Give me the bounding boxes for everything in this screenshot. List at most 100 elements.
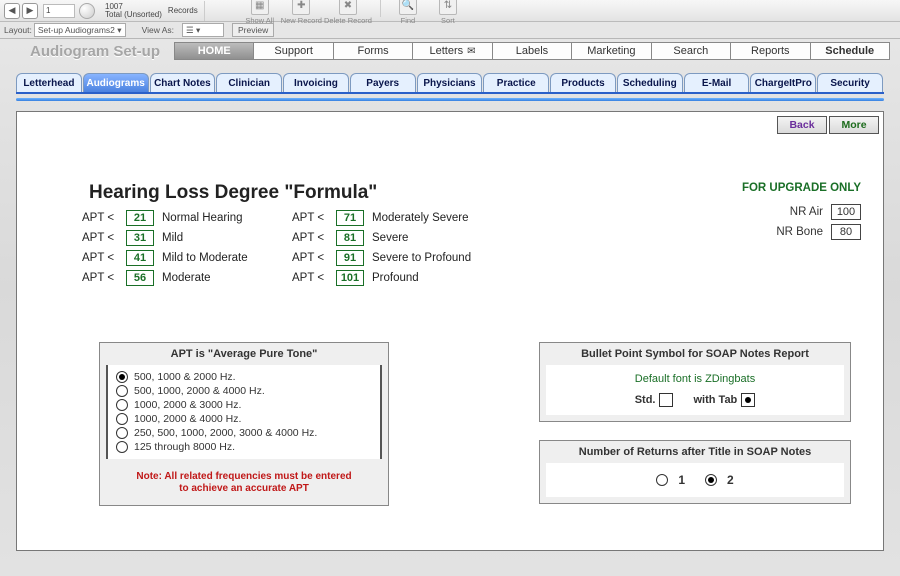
apt-option[interactable]: 500, 1000, 2000 & 4000 Hz.	[116, 385, 372, 397]
find-button[interactable]: 🔍Find	[389, 0, 427, 25]
apt-note-line2: to achieve an accurate APT	[116, 483, 372, 495]
apt-threshold-desc: Moderate	[162, 272, 211, 284]
record-wheel-icon[interactable]	[79, 3, 95, 19]
soap-default-font: Default font is ZDingbats	[556, 373, 834, 385]
nr-air-value[interactable]: 100	[831, 204, 861, 220]
apt-threshold-desc: Normal Hearing	[162, 212, 243, 224]
apt-prefix: APT <	[292, 232, 336, 244]
tab-letterhead[interactable]: Letterhead	[16, 73, 82, 92]
apt-threshold-value[interactable]: 56	[126, 270, 154, 286]
record-status: Total (Unsorted)	[105, 11, 162, 19]
top-nav-forms[interactable]: Forms	[333, 42, 413, 60]
apt-prefix: APT <	[82, 232, 126, 244]
top-nav-letters[interactable]: Letters✉	[412, 42, 492, 60]
apt-prefix: APT <	[82, 252, 126, 264]
apt-threshold-row: APT <101Profound	[292, 270, 471, 286]
apt-threshold-row: APT <21 Normal Hearing	[82, 210, 248, 226]
preview-button[interactable]: Preview	[232, 23, 274, 37]
top-nav-reports[interactable]: Reports	[730, 42, 810, 60]
apt-option[interactable]: 125 through 8000 Hz.	[116, 441, 372, 453]
layout-toolbar: Layout: Set-up Audiograms2 ▾ View As: ☰ …	[0, 22, 900, 39]
apt-threshold-desc: Severe to Profound	[372, 252, 471, 264]
soap-bullet-withtab[interactable]: with Tab	[693, 393, 755, 407]
apt-option-label: 1000, 2000 & 4000 Hz.	[134, 413, 241, 425]
records-label: Records	[168, 6, 198, 15]
envelope-icon: ✉	[467, 46, 475, 57]
apt-threshold-value[interactable]: 101	[336, 270, 364, 286]
tab-chart-notes[interactable]: Chart Notes	[150, 73, 216, 92]
tab-chargeitpro[interactable]: ChargeItPro	[750, 73, 816, 92]
radio-icon	[116, 385, 128, 397]
new-record-button[interactable]: ✚New Record	[281, 0, 322, 25]
layout-dropdown[interactable]: Set-up Audiograms2 ▾	[34, 23, 126, 37]
apt-box-title: APT is "Average Pure Tone"	[100, 343, 388, 365]
nr-bone-label: NR Bone	[776, 226, 823, 238]
layout-label: Layout:	[4, 25, 32, 35]
top-nav-support[interactable]: Support	[253, 42, 333, 60]
tab-physicians[interactable]: Physicians	[417, 73, 483, 92]
show-all-button[interactable]: ▦Show All	[241, 0, 279, 25]
tab-products[interactable]: Products	[550, 73, 616, 92]
radio-icon	[116, 399, 128, 411]
sort-button[interactable]: ⇅Sort	[429, 0, 467, 25]
accent-bar	[16, 98, 884, 101]
apt-threshold-value[interactable]: 81	[336, 230, 364, 246]
apt-threshold-row: APT <56Moderate	[82, 270, 248, 286]
records-bar: ◀ ▶ 1 1007 Total (Unsorted) Records ▦Sho…	[0, 0, 900, 22]
tab-clinician[interactable]: Clinician	[216, 73, 282, 92]
viewas-dropdown[interactable]: ☰ ▾	[182, 23, 224, 37]
apt-prefix: APT <	[292, 252, 336, 264]
apt-option-label: 500, 1000 & 2000 Hz.	[134, 371, 236, 383]
tab-security[interactable]: Security	[817, 73, 883, 92]
apt-threshold-value[interactable]: 41	[126, 250, 154, 266]
apt-option[interactable]: 500, 1000 & 2000 Hz.	[116, 371, 372, 383]
apt-prefix: APT <	[82, 212, 126, 224]
apt-threshold-desc: Moderately Severe	[372, 212, 469, 224]
nr-bone-value[interactable]: 80	[831, 224, 861, 240]
top-nav-schedule[interactable]: Schedule	[810, 42, 890, 60]
top-nav-marketing[interactable]: Marketing	[571, 42, 651, 60]
apt-threshold-value[interactable]: 71	[336, 210, 364, 226]
soap-bullet-box: Bullet Point Symbol for SOAP Notes Repor…	[539, 342, 851, 422]
soap-returns-option-2[interactable]: 2	[705, 473, 734, 487]
record-index-field[interactable]: 1	[43, 4, 75, 18]
tab-scheduling[interactable]: Scheduling	[617, 73, 683, 92]
soap-returns-option-1[interactable]: 1	[656, 473, 685, 487]
square-bullet-icon	[659, 393, 673, 407]
apt-threshold-value[interactable]: 91	[336, 250, 364, 266]
apt-threshold-desc: Mild to Moderate	[162, 252, 248, 264]
top-nav-home[interactable]: HOME	[174, 42, 254, 60]
page-title: Audiogram Set-up	[30, 43, 175, 60]
tab-audiograms[interactable]: Audiograms	[83, 73, 149, 92]
more-button[interactable]: More	[829, 116, 879, 134]
prev-record-button[interactable]: ◀	[4, 3, 20, 19]
delete-record-button[interactable]: ✖Delete Record	[324, 0, 372, 25]
apt-threshold-row: APT <31 Mild	[82, 230, 248, 246]
tab-e-mail[interactable]: E-Mail	[684, 73, 750, 92]
tab-payers[interactable]: Payers	[350, 73, 416, 92]
apt-prefix: APT <	[292, 272, 336, 284]
radio-icon	[116, 427, 128, 439]
tab-practice[interactable]: Practice	[483, 73, 549, 92]
apt-option[interactable]: 1000, 2000 & 3000 Hz.	[116, 399, 372, 411]
upgrade-title: FOR UPGRADE ONLY	[742, 182, 861, 194]
soap-bullet-std[interactable]: Std.	[635, 393, 674, 407]
apt-option[interactable]: 250, 500, 1000, 2000, 3000 & 4000 Hz.	[116, 427, 372, 439]
apt-option-label: 1000, 2000 & 3000 Hz.	[134, 399, 241, 411]
tab-invoicing[interactable]: Invoicing	[283, 73, 349, 92]
radio-icon	[116, 441, 128, 453]
apt-threshold-value[interactable]: 31	[126, 230, 154, 246]
radio-icon	[656, 474, 668, 486]
apt-threshold-desc: Mild	[162, 232, 183, 244]
back-button[interactable]: Back	[777, 116, 827, 134]
apt-option-label: 250, 500, 1000, 2000, 3000 & 4000 Hz.	[134, 427, 317, 439]
top-nav-labels[interactable]: Labels	[492, 42, 572, 60]
next-record-button[interactable]: ▶	[22, 3, 38, 19]
viewas-label: View As:	[142, 25, 174, 35]
apt-threshold-value[interactable]: 21	[126, 210, 154, 226]
apt-option-label: 500, 1000, 2000 & 4000 Hz.	[134, 385, 265, 397]
apt-option[interactable]: 1000, 2000 & 4000 Hz.	[116, 413, 372, 425]
dot-bullet-icon	[741, 393, 755, 407]
formula-heading: Hearing Loss Degree "Formula"	[89, 182, 377, 204]
top-nav-search[interactable]: Search	[651, 42, 731, 60]
